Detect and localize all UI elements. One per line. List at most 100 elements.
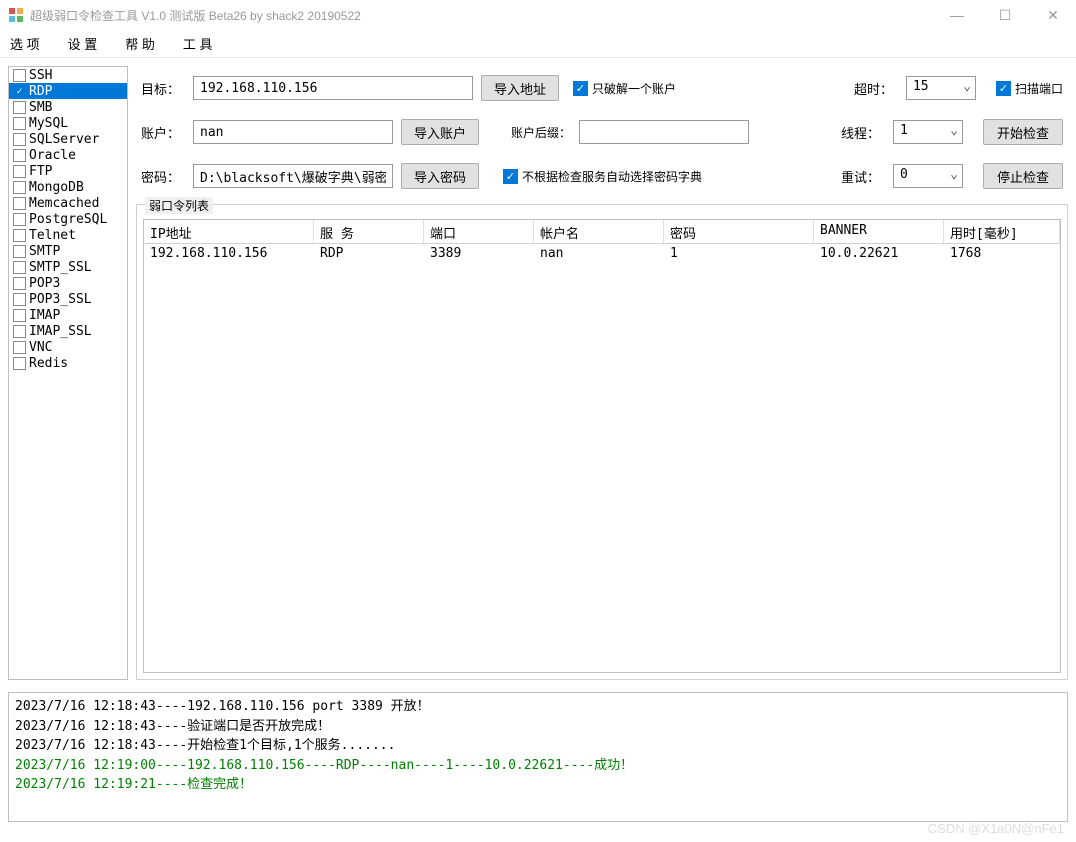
- user-suffix-input[interactable]: [579, 120, 749, 144]
- start-check-button[interactable]: 开始检查: [983, 119, 1063, 145]
- menu-tools[interactable]: 工 具: [183, 34, 213, 53]
- menu-settings[interactable]: 设 置: [68, 34, 98, 53]
- timeout-combo[interactable]: 15: [906, 76, 976, 100]
- checkbox-icon[interactable]: [13, 101, 26, 114]
- stop-check-button[interactable]: 停止检查: [983, 163, 1063, 189]
- no-auto-dict-checkbox[interactable]: ✓ 不根据检查服务自动选择密码字典: [503, 168, 702, 185]
- th-pwd[interactable]: 密码: [664, 220, 814, 243]
- log-line: 2023/7/16 12:18:43----开始检查1个目标,1个服务.....…: [15, 736, 1061, 756]
- user-input[interactable]: [193, 120, 393, 144]
- menubar: 选 项 设 置 帮 助 工 具: [0, 30, 1076, 58]
- checkbox-icon[interactable]: [13, 69, 26, 82]
- scan-port-checkbox[interactable]: ✓ 扫描端口: [996, 80, 1063, 97]
- protocol-label: VNC: [29, 340, 52, 355]
- protocol-item-smtp[interactable]: SMTP: [9, 243, 127, 259]
- import-target-button[interactable]: 导入地址: [481, 75, 559, 101]
- protocol-item-memcached[interactable]: Memcached: [9, 195, 127, 211]
- td-user: nan: [534, 244, 664, 264]
- protocol-item-mongodb[interactable]: MongoDB: [9, 179, 127, 195]
- checkbox-icon[interactable]: [13, 165, 26, 178]
- table-header: IP地址 服 务 端口 帐户名 密码 BANNER 用时[毫秒]: [144, 220, 1060, 244]
- maximize-button[interactable]: ☐: [990, 7, 1020, 24]
- menu-options[interactable]: 选 项: [10, 34, 40, 53]
- td-port: 3389: [424, 244, 534, 264]
- protocol-item-mysql[interactable]: MySQL: [9, 115, 127, 131]
- protocol-item-redis[interactable]: Redis: [9, 355, 127, 371]
- results-table[interactable]: IP地址 服 务 端口 帐户名 密码 BANNER 用时[毫秒] 192.168…: [143, 219, 1061, 673]
- th-user[interactable]: 帐户名: [534, 220, 664, 243]
- protocol-label: IMAP_SSL: [29, 324, 92, 339]
- checkbox-icon[interactable]: ✓: [13, 85, 26, 98]
- protocol-item-ssh[interactable]: SSH: [9, 67, 127, 83]
- td-ip: 192.168.110.156: [144, 244, 314, 264]
- checkbox-icon: ✓: [503, 169, 518, 184]
- td-pwd: 1: [664, 244, 814, 264]
- protocol-item-pop3[interactable]: POP3: [9, 275, 127, 291]
- main-panel: SSH✓RDPSMBMySQLSQLServerOracleFTPMongoDB…: [0, 58, 1076, 688]
- retry-combo[interactable]: 0: [893, 164, 963, 188]
- protocol-item-smtp_ssl[interactable]: SMTP_SSL: [9, 259, 127, 275]
- th-service[interactable]: 服 务: [314, 220, 424, 243]
- protocol-item-telnet[interactable]: Telnet: [9, 227, 127, 243]
- checkbox-icon[interactable]: [13, 133, 26, 146]
- checkbox-icon[interactable]: [13, 309, 26, 322]
- window-buttons: — ☐ ✕: [942, 7, 1068, 24]
- app-icon: [8, 7, 24, 23]
- checkbox-icon[interactable]: [13, 357, 26, 370]
- protocol-item-imap[interactable]: IMAP: [9, 307, 127, 323]
- protocol-item-oracle[interactable]: Oracle: [9, 147, 127, 163]
- checkbox-icon[interactable]: [13, 117, 26, 130]
- protocol-label: Memcached: [29, 196, 99, 211]
- table-row[interactable]: 192.168.110.156RDP3389nan110.0.226211768: [144, 244, 1060, 264]
- pwd-input[interactable]: [193, 164, 393, 188]
- protocol-item-imap_ssl[interactable]: IMAP_SSL: [9, 323, 127, 339]
- log-line: 2023/7/16 12:18:43----验证端口是否开放完成！: [15, 717, 1061, 737]
- checkbox-icon[interactable]: [13, 245, 26, 258]
- window-title: 超级弱口令检查工具 V1.0 测试版 Beta26 by shack2 2019…: [30, 7, 942, 24]
- protocol-label: SMTP: [29, 244, 60, 259]
- log-line: 2023/7/16 12:19:00----192.168.110.156---…: [15, 756, 1061, 776]
- pwd-label: 密码：: [141, 167, 185, 186]
- target-label: 目标：: [141, 79, 185, 98]
- user-label: 账户：: [141, 123, 185, 142]
- minimize-button[interactable]: —: [942, 7, 972, 24]
- checkbox-icon[interactable]: [13, 325, 26, 338]
- checkbox-icon[interactable]: [13, 213, 26, 226]
- checkbox-icon[interactable]: [13, 181, 26, 194]
- protocol-item-sqlserver[interactable]: SQLServer: [9, 131, 127, 147]
- protocol-item-pop3_ssl[interactable]: POP3_SSL: [9, 291, 127, 307]
- checkbox-icon[interactable]: [13, 277, 26, 290]
- log-line: 2023/7/16 12:19:21----检查完成！: [15, 775, 1061, 795]
- protocol-item-vnc[interactable]: VNC: [9, 339, 127, 355]
- protocol-item-postgresql[interactable]: PostgreSQL: [9, 211, 127, 227]
- close-button[interactable]: ✕: [1038, 7, 1068, 24]
- import-pwd-button[interactable]: 导入密码: [401, 163, 479, 189]
- protocol-item-smb[interactable]: SMB: [9, 99, 127, 115]
- protocol-item-ftp[interactable]: FTP: [9, 163, 127, 179]
- protocol-label: RDP: [29, 84, 52, 99]
- protocol-label: Redis: [29, 356, 68, 371]
- protocol-label: PostgreSQL: [29, 212, 107, 227]
- td-banner: 10.0.22621: [814, 244, 944, 264]
- menu-help[interactable]: 帮 助: [125, 34, 155, 53]
- checkbox-icon[interactable]: [13, 197, 26, 210]
- th-ip[interactable]: IP地址: [144, 220, 314, 243]
- protocol-list[interactable]: SSH✓RDPSMBMySQLSQLServerOracleFTPMongoDB…: [8, 66, 128, 680]
- protocol-label: SQLServer: [29, 132, 99, 147]
- th-port[interactable]: 端口: [424, 220, 534, 243]
- protocol-item-rdp[interactable]: ✓RDP: [9, 83, 127, 99]
- checkbox-icon[interactable]: [13, 293, 26, 306]
- protocol-label: FTP: [29, 164, 52, 179]
- th-banner[interactable]: BANNER: [814, 220, 944, 243]
- import-user-button[interactable]: 导入账户: [401, 119, 479, 145]
- checkbox-icon[interactable]: [13, 149, 26, 162]
- log-area[interactable]: 2023/7/16 12:18:43----192.168.110.156 po…: [8, 692, 1068, 822]
- checkbox-icon: ✓: [573, 81, 588, 96]
- target-input[interactable]: [193, 76, 473, 100]
- checkbox-icon[interactable]: [13, 341, 26, 354]
- checkbox-icon[interactable]: [13, 261, 26, 274]
- th-time[interactable]: 用时[毫秒]: [944, 220, 1060, 243]
- threads-combo[interactable]: 1: [893, 120, 963, 144]
- single-account-checkbox[interactable]: ✓ 只破解一个账户: [573, 80, 676, 97]
- checkbox-icon[interactable]: [13, 229, 26, 242]
